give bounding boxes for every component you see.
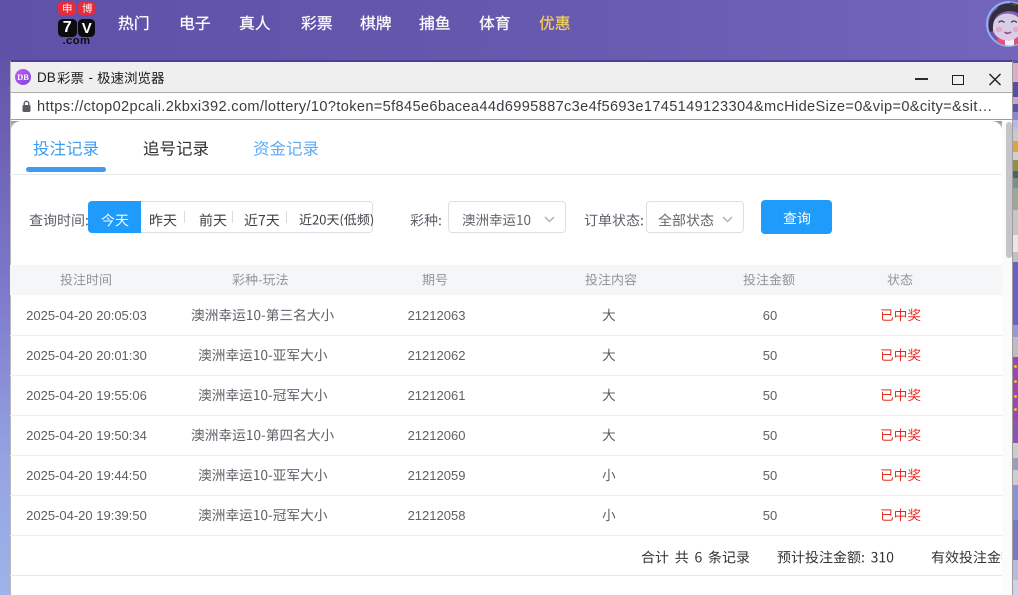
svg-text:DB: DB: [17, 72, 29, 82]
